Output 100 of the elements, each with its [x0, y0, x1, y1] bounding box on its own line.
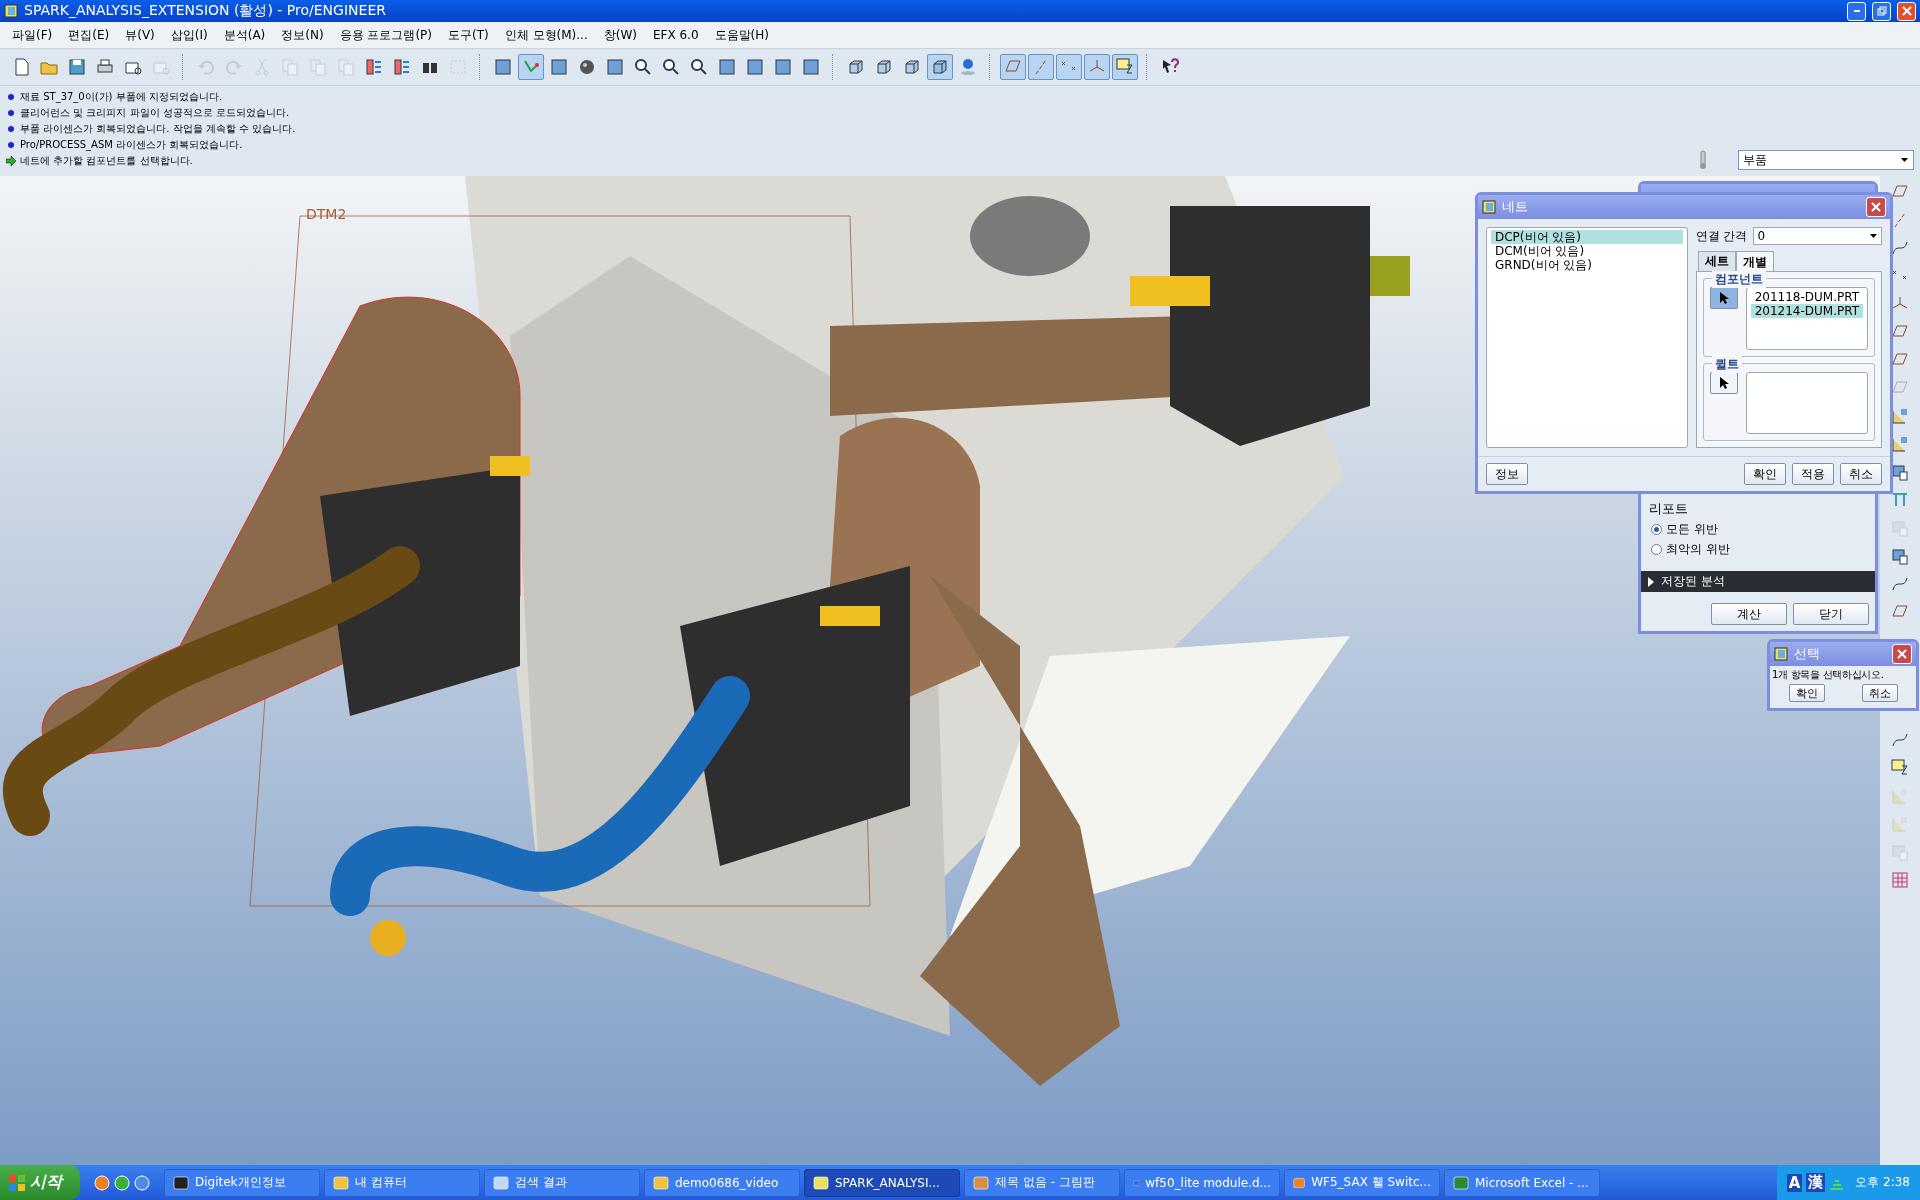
- close-icon: [1900, 5, 1913, 17]
- net-item[interactable]: GRND(비어 있음): [1491, 258, 1683, 272]
- menu-item[interactable]: 응용 프로그램(P): [331, 24, 441, 46]
- net-item[interactable]: DCP(비어 있음): [1491, 230, 1683, 244]
- spin-button[interactable]: [518, 54, 544, 80]
- caret-icon: [1901, 157, 1909, 163]
- net-item[interactable]: DCM(비어 있음): [1491, 244, 1683, 258]
- bracket-icon: [1890, 434, 1910, 454]
- component-list[interactable]: 201118-DUM.PRT 201214-DUM.PRT: [1745, 287, 1868, 350]
- bullet-icon: [6, 108, 16, 118]
- taskbar-button[interactable]: Microsoft Excel - ...: [1444, 1168, 1600, 1197]
- dialog-button[interactable]: 확인: [1788, 684, 1825, 702]
- filter-dropdown[interactable]: 부품: [1738, 150, 1914, 170]
- menu-item[interactable]: 도움말(H): [706, 24, 777, 46]
- group-label: 퀼트: [1711, 355, 1742, 373]
- cube-icon: [874, 57, 894, 77]
- component-item[interactable]: 201118-DUM.PRT: [1750, 290, 1863, 304]
- close-button[interactable]: [1897, 1, 1916, 21]
- window-title: SPARK_ANALYSIS_EXTENSION (활성) - Pro/ENGINEER: [24, 2, 387, 20]
- box-icon: [1890, 546, 1910, 566]
- message-text: Pro/PROCESS_ASM 라이센스가 회복되었습니다.: [20, 138, 243, 152]
- pick-button[interactable]: [1709, 287, 1738, 309]
- quilt-list[interactable]: [1745, 371, 1868, 434]
- menu-item[interactable]: EFX 6.0: [644, 26, 707, 44]
- menu-item[interactable]: 삽입(I): [162, 24, 216, 46]
- tab[interactable]: 세트: [1697, 251, 1736, 271]
- restore-button[interactable]: [1872, 1, 1891, 21]
- caret-icon: [1870, 233, 1878, 239]
- thermometer-icon: [1698, 150, 1708, 170]
- bracket-icon: [1890, 406, 1910, 426]
- windows-logo-icon: [8, 1173, 26, 1192]
- net-list[interactable]: DCP(비어 있음) DCM(비어 있음) GRND(비어 있음): [1486, 227, 1688, 448]
- close-icon: [1870, 201, 1882, 213]
- regen-icon: [364, 57, 384, 77]
- taskbar-button[interactable]: 내 컴퓨터: [324, 1168, 480, 1197]
- copy-icon: [280, 57, 300, 77]
- dialog-button[interactable]: 계산: [1711, 603, 1787, 625]
- menu-item[interactable]: 분석(A): [215, 24, 274, 46]
- bullet-icon: [6, 140, 16, 150]
- info-button[interactable]: 정보: [1486, 463, 1528, 485]
- save-icon: [67, 57, 87, 77]
- point-button[interactable]: [1056, 54, 1082, 80]
- dialog-title: 네트: [1502, 198, 1529, 216]
- taskbar-button[interactable]: 제목 없음 - 그림판: [964, 1168, 1120, 1197]
- plane-button[interactable]: [1000, 54, 1026, 80]
- menu-item[interactable]: 도구(T): [440, 24, 497, 46]
- taskbar-button[interactable]: 검색 결과: [484, 1168, 640, 1197]
- arrow-cursor-icon: [1717, 291, 1730, 305]
- expand-icon: [1647, 576, 1655, 587]
- message-text: 재료 ST_37_0이(가) 부품에 지정되었습니다.: [20, 90, 223, 104]
- window-icon: [1482, 200, 1496, 214]
- gap-dropdown[interactable]: 0: [1753, 227, 1882, 245]
- close-icon: [1896, 648, 1908, 660]
- component-item[interactable]: 201214-DUM.PRT: [1750, 304, 1863, 318]
- axis-button[interactable]: [1028, 54, 1054, 80]
- note-icon: [1115, 57, 1135, 77]
- arrow-cursor-icon: [1717, 375, 1730, 390]
- ime-indicator[interactable]: A: [1786, 1173, 1803, 1192]
- minimize-button[interactable]: [1847, 1, 1866, 21]
- clock: 오후 2:38: [1855, 1174, 1910, 1191]
- report-radio[interactable]: 모든 위반: [1641, 521, 1875, 538]
- taskbar-button[interactable]: SPARK_ANALYSI...: [804, 1168, 960, 1197]
- light-icon: [958, 57, 978, 77]
- report-radio[interactable]: 최악의 위반: [1641, 541, 1875, 558]
- menu-item[interactable]: 인체 모형(M)...: [496, 24, 596, 46]
- csys-button[interactable]: [1084, 54, 1110, 80]
- datum-plane-label: DTM2: [306, 206, 347, 222]
- pick-button[interactable]: [1709, 371, 1738, 394]
- taskbar-button[interactable]: wf50_lite module.d...: [1124, 1168, 1280, 1197]
- regen-icon: [392, 57, 412, 77]
- dialog-button[interactable]: 취소: [1861, 684, 1898, 702]
- bracket-icon: [1890, 814, 1910, 834]
- zoom-in-icon: [633, 57, 653, 77]
- cube-button[interactable]: [927, 54, 953, 80]
- dialog-button[interactable]: 취소: [1840, 463, 1882, 485]
- taskbar-button[interactable]: Digitek개인정보: [164, 1168, 320, 1197]
- close-button[interactable]: [1892, 644, 1912, 664]
- minimize-icon: [1853, 10, 1860, 12]
- saved-analysis-section[interactable]: 저장된 분석: [1641, 571, 1875, 592]
- dialog-button[interactable]: 적용: [1792, 463, 1834, 485]
- menu-item[interactable]: 파일(F): [4, 24, 61, 46]
- taskbar-button[interactable]: WF5_SAX 휄 Switc...: [1284, 1168, 1440, 1197]
- menu-item[interactable]: 창(W): [595, 24, 645, 46]
- bracket-icon: [1890, 786, 1910, 806]
- dialog-button[interactable]: 닫기: [1793, 603, 1869, 625]
- taskbar-button[interactable]: demo0686_video: [644, 1168, 800, 1197]
- ime-indicator[interactable]: 漢: [1806, 1173, 1826, 1192]
- note-button[interactable]: [1112, 54, 1138, 80]
- cube-icon: [902, 57, 922, 77]
- menu-item[interactable]: 뷰(V): [117, 24, 163, 46]
- dialog-button[interactable]: 확인: [1744, 463, 1786, 485]
- message-text: 클리어런스 및 크리피지 파일이 성공적으로 로드되었습니다.: [20, 106, 290, 120]
- paste-icon: [308, 57, 328, 77]
- menu-item[interactable]: 정보(N): [273, 24, 332, 46]
- menu-item[interactable]: 편집(E): [60, 24, 118, 46]
- grid-icon: [1890, 870, 1910, 890]
- report-label: 리포트: [1648, 500, 1689, 518]
- gap-label: 연결 간격: [1695, 227, 1748, 245]
- cube-icon: [930, 57, 950, 77]
- close-button[interactable]: [1866, 197, 1886, 217]
